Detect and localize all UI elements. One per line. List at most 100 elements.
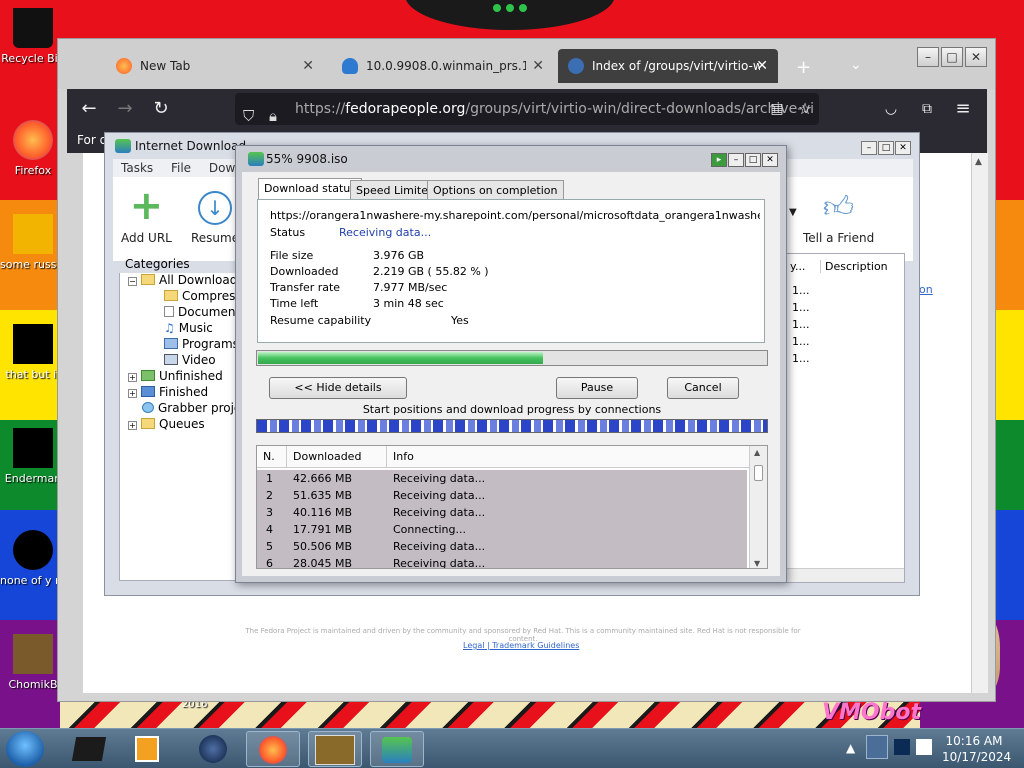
start-button[interactable] — [6, 731, 44, 767]
tree-video[interactable]: Video — [164, 353, 216, 367]
reload-icon[interactable]: ↻ — [149, 97, 173, 121]
dialog-body: Download status Speed Limiter Options on… — [242, 172, 780, 576]
maximize-button[interactable]: □ — [878, 141, 894, 155]
chevron-down-icon[interactable]: ⌄ — [850, 57, 862, 73]
expand-icon[interactable]: + — [128, 389, 137, 398]
tree-programs[interactable]: Programs — [164, 337, 239, 351]
taskbar-app-globe[interactable] — [186, 731, 240, 767]
table-row[interactable]: 3 40.116 MB Receiving data... — [257, 504, 747, 521]
tab-index-virtio[interactable]: Index of /groups/virt/virtio-win ✕ — [558, 49, 778, 83]
table-row[interactable]: 6 28.045 MB Receiving data... — [257, 555, 747, 569]
new-tab-icon[interactable]: + — [796, 57, 811, 78]
list-cell[interactable]: 1... — [792, 352, 810, 365]
toolbar-dropdown[interactable]: ▼ — [789, 207, 797, 218]
column-header[interactable]: y... — [790, 260, 805, 273]
chevron-up-icon[interactable]: ▲ — [846, 741, 855, 755]
tab-new-tab[interactable]: New Tab ✕ — [106, 49, 324, 83]
footer-links[interactable]: Legal | Trademark Guidelines — [463, 641, 579, 650]
column-header-description[interactable]: Description — [820, 260, 888, 273]
table-row[interactable]: 4 17.791 MB Connecting... — [257, 521, 747, 538]
pocket-icon[interactable]: ◡ — [879, 97, 903, 121]
expand-icon[interactable]: + — [128, 373, 137, 382]
speaker-icon[interactable] — [916, 739, 932, 755]
close-button[interactable]: ✕ — [762, 153, 778, 167]
bookmarks-text[interactable]: For q — [77, 133, 107, 147]
expand-icon[interactable]: + — [128, 421, 137, 430]
tell-a-friend-button[interactable]: 👍︎ Tell a Friend — [803, 191, 874, 246]
minimize-button[interactable]: – — [861, 141, 877, 155]
list-cell[interactable]: 1... — [792, 318, 810, 331]
bookmark-star-icon[interactable]: ☆ — [793, 97, 817, 121]
tree-all-downloads[interactable]: − All Downloads — [128, 273, 244, 287]
taskbar-app-chomik[interactable] — [308, 731, 362, 767]
list-cell[interactable]: 1... — [792, 284, 810, 297]
tree-finished[interactable]: + Finished — [128, 385, 208, 399]
maximize-button[interactable]: □ — [941, 47, 963, 67]
minimize-button[interactable]: – — [728, 153, 744, 167]
back-icon[interactable]: ← — [77, 97, 101, 121]
column-header-info[interactable]: Info — [387, 446, 751, 468]
table-row[interactable]: 2 51.635 MB Receiving data... — [257, 487, 747, 504]
tab-onedrive[interactable]: 10.0.9908.0.winmain_prs.14121 ✕ — [332, 49, 554, 83]
media-player-icon — [135, 736, 159, 762]
tree-grabber[interactable]: Grabber projec — [142, 401, 248, 415]
add-url-button[interactable]: + Add URL — [121, 186, 172, 245]
tree-label: Programs — [182, 337, 239, 351]
lock-icon[interactable]: 🔒︎ — [269, 100, 277, 125]
tab-options-on-completion[interactable]: Options on completion — [427, 180, 564, 200]
tab-speed-limiter[interactable]: Speed Limiter — [350, 180, 439, 200]
horizontal-scrollbar[interactable] — [786, 568, 904, 582]
shield-icon[interactable]: ⛉ — [243, 100, 254, 125]
folder-icon — [141, 274, 155, 285]
hide-details-button[interactable]: << Hide details — [269, 377, 407, 399]
tree-unfinished[interactable]: + Unfinished — [128, 369, 223, 383]
list-cell[interactable]: 1... — [792, 301, 810, 314]
column-header-downloaded[interactable]: Downloaded — [287, 446, 387, 468]
minimize-button[interactable]: – — [917, 47, 939, 67]
forward-icon[interactable]: → — [113, 97, 137, 121]
page-link[interactable]: on — [919, 283, 933, 296]
table-row[interactable]: 5 50.506 MB Receiving data... — [257, 538, 747, 555]
close-button[interactable]: ✕ — [965, 47, 987, 67]
pause-button[interactable]: Pause — [556, 377, 638, 399]
scrollbar[interactable]: ▲ — [971, 153, 988, 693]
display-icon[interactable] — [894, 739, 910, 755]
scroll-up-icon[interactable]: ▲ — [754, 448, 760, 457]
conn-downloaded: 28.045 MB — [293, 557, 353, 569]
menu-icon[interactable]: ≡ — [951, 97, 975, 121]
close-icon[interactable]: ✕ — [756, 58, 768, 74]
close-button[interactable]: ✕ — [895, 141, 911, 155]
close-icon[interactable]: ✕ — [532, 58, 544, 74]
network-icon[interactable] — [866, 735, 888, 759]
taskbar-clock[interactable]: 10:16 AM 10/17/2024 — [942, 733, 1011, 765]
scroll-up-icon[interactable]: ▲ — [975, 157, 982, 167]
resume-button[interactable]: ↓ Resume — [191, 191, 239, 245]
dialog-titlebar: 55% 9908.iso — [236, 146, 786, 172]
collapse-icon[interactable]: − — [128, 277, 137, 286]
taskbar-app-cube[interactable] — [62, 731, 116, 767]
tab-download-status[interactable]: Download status — [258, 178, 362, 200]
restore-icon[interactable]: ▸ — [711, 153, 727, 167]
address-bar[interactable]: ⛉ 🔒︎ https://fedorapeople.org/groups/vir… — [235, 93, 819, 125]
reader-view-icon[interactable]: ▤ — [765, 97, 789, 121]
menu-tasks[interactable]: Tasks — [121, 161, 153, 175]
checkmark-icon — [141, 386, 155, 397]
extensions-icon[interactable]: ⧉ — [915, 97, 939, 121]
list-cell[interactable]: 1... — [792, 335, 810, 348]
taskbar-app-idm[interactable] — [370, 731, 424, 767]
taskbar-app-firefox[interactable] — [246, 731, 300, 767]
column-header-n[interactable]: N. — [257, 446, 287, 468]
table-row[interactable]: 1 42.666 MB Receiving data... — [257, 470, 747, 487]
tree-music[interactable]: ♫ Music — [164, 321, 213, 335]
enderman-icon — [13, 428, 53, 468]
menu-file[interactable]: File — [171, 161, 191, 175]
tree-queues[interactable]: + Queues — [128, 417, 205, 431]
close-icon[interactable]: ✕ — [302, 58, 314, 74]
scroll-thumb[interactable] — [754, 465, 763, 481]
taskbar-app-media[interactable] — [120, 731, 174, 767]
table-scrollbar[interactable]: ▲ ▼ — [749, 446, 767, 568]
maximize-button[interactable]: □ — [745, 153, 761, 167]
cancel-button[interactable]: Cancel — [667, 377, 739, 399]
window-controls: – □ ✕ — [861, 141, 911, 155]
scroll-down-icon[interactable]: ▼ — [754, 559, 760, 568]
